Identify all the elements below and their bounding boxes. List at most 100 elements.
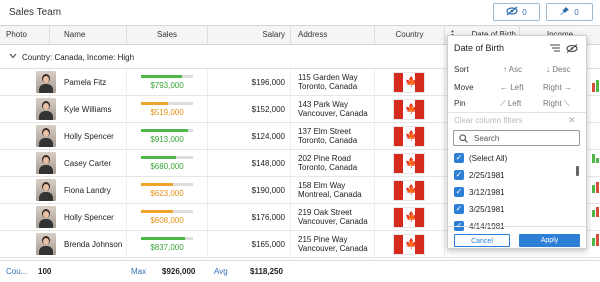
sales-value: $623,000: [150, 189, 184, 198]
address-line-2: Toronto, Canada: [298, 136, 358, 145]
canada-flag-icon: 🍁: [393, 99, 425, 120]
salary-cell[interactable]: $124,000: [208, 123, 291, 149]
sales-value: $913,000: [150, 135, 184, 144]
income-bar: [596, 182, 599, 193]
footer-count-value: 100: [38, 267, 52, 276]
address-cell[interactable]: 215 Pine Way Vancouver, Canada: [291, 231, 375, 257]
name-cell[interactable]: Pamela Fitz: [50, 69, 127, 95]
name-text: Fiona Landry: [64, 186, 111, 195]
income-bar: [592, 154, 595, 163]
pin-right-button[interactable]: Right ⟍: [543, 99, 570, 109]
menu-lines-icon[interactable]: [550, 44, 560, 54]
salary-cell[interactable]: $196,000: [208, 69, 291, 95]
checkbox-checked-icon[interactable]: ✓: [454, 204, 464, 214]
address-line-2: Montreal, Canada: [298, 190, 362, 199]
move-left-label: Left: [510, 83, 524, 92]
header-photo[interactable]: Photo: [0, 26, 50, 44]
sales-bar: [141, 102, 193, 105]
chevron-down-icon[interactable]: [9, 52, 17, 61]
checkbox-checked-icon[interactable]: ✓: [454, 187, 464, 197]
move-left-button[interactable]: ← Left: [500, 83, 524, 92]
photo-cell: [0, 123, 56, 149]
address-cell[interactable]: 137 Elm Street Toronto, Canada: [291, 123, 375, 149]
divider: [448, 226, 586, 227]
sales-value: $608,000: [150, 216, 184, 225]
name-cell[interactable]: Casey Carter: [50, 150, 127, 176]
salary-cell[interactable]: $148,000: [208, 150, 291, 176]
address-cell[interactable]: 202 Pine Road Toronto, Canada: [291, 150, 375, 176]
move-right-label: Right: [543, 83, 562, 92]
checkbox-checked-icon[interactable]: ✓: [454, 170, 464, 180]
salary-cell[interactable]: $176,000: [208, 204, 291, 230]
name-cell[interactable]: Brenda Johnson: [50, 231, 127, 257]
address-line-1: 219 Oak Street: [298, 208, 352, 217]
photo-cell: [0, 150, 56, 176]
hidden-columns-button[interactable]: 0: [493, 3, 540, 21]
income-bar: [596, 234, 599, 246]
checkbox-checked-icon[interactable]: ✓: [454, 153, 464, 163]
salary-value: $152,000: [251, 105, 285, 114]
sales-bar-fill: [141, 237, 185, 240]
income-bar: [592, 210, 595, 217]
apply-button[interactable]: Apply: [519, 234, 580, 247]
filter-option-label: 3/25/1981: [469, 205, 505, 214]
name-text: Brenda Johnson: [64, 240, 123, 249]
column-menu-popup: Date of Birth Sort ↑ Asc ↓ Desc Move ← L…: [447, 35, 587, 249]
pin-left-label: Left: [507, 99, 522, 108]
income-bar: [592, 83, 595, 92]
header-address[interactable]: Address: [291, 26, 375, 44]
sort-desc-button[interactable]: ↓ Desc: [546, 65, 570, 74]
address-line-1: 137 Elm Street: [298, 127, 351, 136]
address-line-1: 215 Pine Way: [298, 235, 348, 244]
name-text: Holly Spencer: [64, 213, 114, 222]
move-right-button[interactable]: Right →: [543, 83, 572, 92]
footer-avg-value: $118,250: [250, 267, 283, 276]
address-cell[interactable]: 115 Garden Way Toronto, Canada: [291, 69, 375, 95]
name-cell[interactable]: Holly Spencer: [50, 204, 127, 230]
salary-cell[interactable]: $152,000: [208, 96, 291, 122]
pin-left-button[interactable]: ⟋ Left: [500, 99, 521, 109]
footer-max-value: $926,000: [162, 267, 196, 276]
header-salary[interactable]: Salary: [208, 26, 291, 44]
address-line-2: Toronto, Canada: [298, 163, 358, 172]
header-sales[interactable]: Sales: [127, 26, 208, 44]
salary-cell[interactable]: $165,000: [208, 231, 291, 257]
clear-column-filters[interactable]: Clear column filters: [454, 116, 522, 125]
canada-flag-icon: 🍁: [393, 207, 425, 228]
name-cell[interactable]: Kyle Williams: [50, 96, 127, 122]
scrollbar-thumb[interactable]: [576, 166, 579, 176]
canada-flag-icon: 🍁: [393, 126, 425, 147]
search-input[interactable]: Search: [453, 130, 580, 146]
name-cell[interactable]: Fiona Landry: [50, 177, 127, 203]
filter-option-label: 3/12/1981: [469, 188, 505, 197]
address-cell[interactable]: 219 Oak Street Vancouver, Canada: [291, 204, 375, 230]
cancel-button[interactable]: Cancel: [454, 234, 510, 247]
salary-value: $148,000: [251, 159, 285, 168]
name-text: Casey Carter: [64, 159, 112, 168]
pinned-columns-button[interactable]: 0: [546, 3, 593, 21]
close-icon[interactable]: ✕: [568, 115, 576, 126]
header-name[interactable]: Name: [50, 26, 127, 44]
eye-slash-icon[interactable]: [566, 44, 578, 55]
salary-value: $165,000: [251, 240, 285, 249]
divider: [448, 112, 586, 113]
group-label: Country: Canada, Income: High: [22, 53, 135, 62]
address-cell[interactable]: 143 Park Way Vancouver, Canada: [291, 96, 375, 122]
filter-option-label: (Select All): [469, 154, 508, 163]
sort-asc-button[interactable]: ↑ Asc: [503, 65, 522, 74]
footer-count-label: Cou...: [6, 267, 28, 276]
sales-value: $519,000: [150, 108, 184, 117]
pinned-count: 0: [574, 7, 579, 17]
salary-cell[interactable]: $190,000: [208, 177, 291, 203]
name-text: Kyle Williams: [64, 105, 112, 114]
sort-label: Sort: [454, 65, 469, 74]
salary-value: $124,000: [251, 132, 285, 141]
header-country[interactable]: Country: [375, 26, 445, 44]
name-cell[interactable]: Holly Spencer: [50, 123, 127, 149]
address-cell[interactable]: 158 Elm Way Montreal, Canada: [291, 177, 375, 203]
footer-max-label: Max: [131, 267, 147, 276]
search-placeholder: Search: [474, 134, 500, 143]
sales-value: $837,000: [150, 243, 184, 252]
photo-cell: [0, 96, 56, 122]
hidden-count: 0: [522, 7, 527, 17]
